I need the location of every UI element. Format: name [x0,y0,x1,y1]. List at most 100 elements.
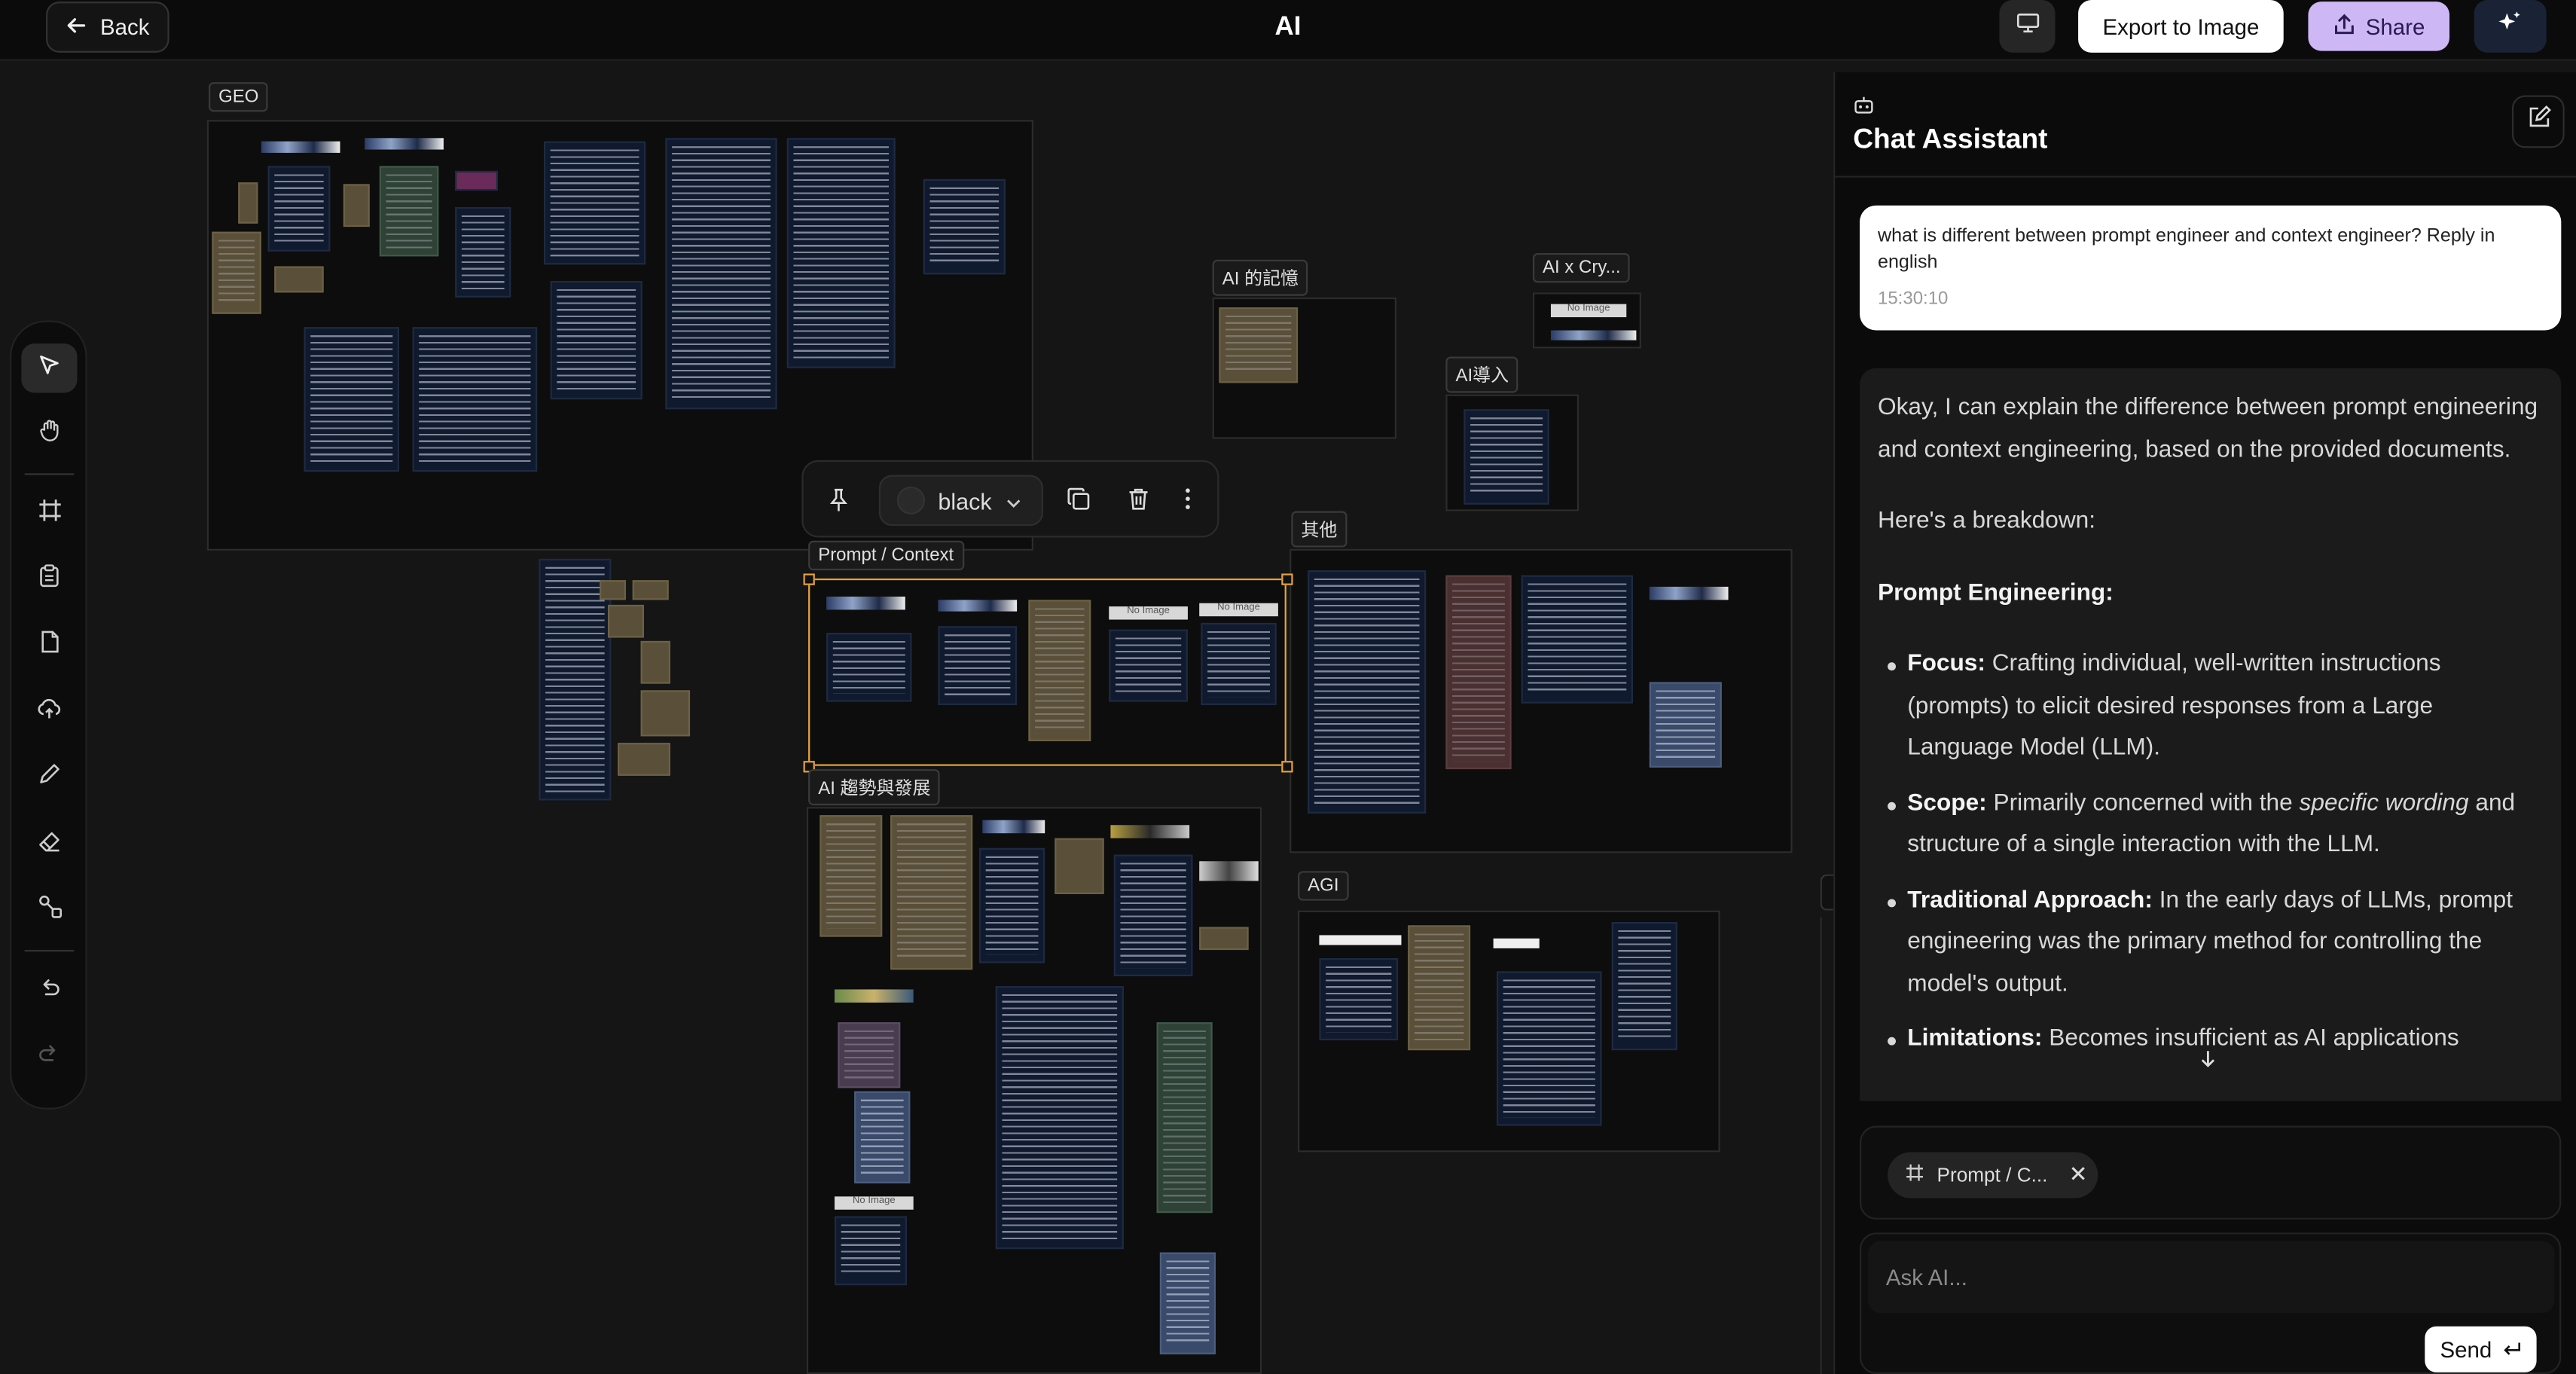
user-message-text: what is different between prompt enginee… [1877,227,2495,273]
chat-assistant-panel: Chat Assistant what is different between… [1833,72,2576,1374]
robot-icon [1853,93,1874,123]
assistant-message: Okay, I can explain the difference betwe… [1860,368,2562,1101]
select-tool[interactable] [21,343,78,393]
frame-label-agi[interactable]: AGI [1298,871,1349,901]
share-icon [2333,12,2356,40]
share-label: Share [2365,14,2425,39]
hand-icon [37,417,62,450]
upload-tool[interactable] [21,687,77,736]
assistant-breakdown: Here's a breakdown: [1877,508,2096,535]
assistant-heading: Prompt Engineering: [1877,579,2114,606]
frame-label-prompt-context[interactable]: Prompt / Context [808,540,964,571]
frame-memory[interactable] [1212,297,1396,439]
close-icon[interactable] [2071,1164,2087,1187]
context-chip[interactable]: Prompt / C... [1888,1152,2098,1198]
selection-outline [808,578,1286,766]
frame-icon [1906,1164,1924,1187]
no-image-placeholder: No Image [834,1196,914,1210]
enter-key-icon [2501,1337,2521,1362]
frame-adoption[interactable] [1445,394,1579,511]
list-item: Traditional Approach: In the early days … [1888,880,2543,1006]
frame-label-memory[interactable]: AI 的記憶 [1212,259,1309,296]
color-value: black [938,487,992,514]
frame-label-trends[interactable]: AI 趨勢與發展 [808,769,941,806]
message-timestamp: 15:30:10 [1877,289,1949,310]
more-options-button[interactable] [1183,487,1192,520]
note-card[interactable] [640,640,670,684]
no-image-placeholder: No Image [1550,304,1627,318]
document-tool[interactable] [21,621,77,670]
connector-tool[interactable] [21,886,77,935]
pencil-icon [38,762,61,792]
new-chat-button[interactable] [2511,95,2565,148]
resize-handle[interactable] [1281,573,1293,585]
frame-label-crypto[interactable]: AI x Cry... [1532,252,1631,283]
list-item: Scope: Primarily concerned with the spec… [1888,783,2543,867]
note-card[interactable] [618,743,670,776]
chat-composer: Send [1860,1232,2562,1374]
frame-label-geo[interactable]: GEO [208,82,269,112]
select-icon [38,353,61,383]
send-label: Send [2440,1336,2492,1362]
chat-header: Chat Assistant [1835,72,2576,178]
more-vertical-icon [1183,488,1192,518]
trash-icon [1127,488,1150,518]
duplicate-button[interactable] [1067,487,1091,520]
sparkle-icon [2497,9,2523,44]
note-card[interactable] [600,580,626,600]
present-button[interactable] [1999,0,2056,53]
frame-tool[interactable] [21,490,77,539]
frame-icon [37,498,62,531]
resize-handle[interactable] [1281,761,1293,773]
note-card[interactable] [640,690,691,737]
context-attachments: Prompt / C... [1860,1125,2562,1220]
frame-other[interactable] [1290,548,1793,853]
copy-icon [1067,487,1091,518]
file-icon [38,630,60,663]
undo-button[interactable] [21,966,77,1015]
edit-icon [2526,105,2550,139]
ask-ai-input[interactable] [1867,1241,2555,1314]
chevron-down-icon [1005,487,1021,514]
hand-tool[interactable] [21,409,77,458]
top-bar: Back AI Export to Image Share [0,0,2576,61]
send-button[interactable]: Send [2425,1326,2537,1372]
context-chip-label: Prompt / C... [1937,1163,2048,1187]
color-swatch [896,486,925,514]
panel-divider [1820,917,1833,1374]
assistant-bullet-list: Focus: Crafting individual, well-written… [1878,644,2543,1061]
pin-button[interactable] [826,487,851,521]
ai-sparkle-button[interactable] [2474,0,2547,53]
eraser-icon [37,829,62,860]
tool-palette [10,320,87,1110]
clipboard-icon [38,563,61,597]
frame-agi[interactable] [1298,910,1720,1153]
resize-handle[interactable] [803,573,815,585]
presentation-icon [2015,11,2040,41]
cloud-upload-icon [36,696,63,727]
list-item: Focus: Crafting individual, well-written… [1888,644,2543,770]
redo-button[interactable] [21,1032,77,1081]
note-card[interactable] [632,580,669,600]
arrow-down-icon [2198,1050,2217,1073]
note-card[interactable] [608,604,644,638]
delete-button[interactable] [1127,487,1150,520]
undo-icon [38,976,61,1006]
scroll-to-bottom-button[interactable] [2198,1049,2221,1072]
frame-label-other[interactable]: 其他 [1291,511,1348,548]
eraser-tool[interactable] [21,820,77,869]
frame-label-adoption[interactable]: AI導入 [1445,356,1519,393]
frame-style-toolbar: black [801,460,1219,538]
chat-title: Chat Assistant [1853,123,2048,155]
share-button[interactable]: Share [2308,2,2450,51]
list-item: Limitations: Becomes insufficient as AI … [1888,1019,2543,1061]
frame-trends[interactable]: No Image [806,807,1262,1374]
note-tool[interactable] [21,555,77,604]
color-select[interactable]: black [878,475,1043,527]
assistant-intro: Okay, I can explain the difference betwe… [1877,394,2538,463]
redo-icon [38,1042,61,1071]
export-to-image-button[interactable]: Export to Image [2078,0,2284,53]
frame-crypto[interactable]: No Image [1532,292,1641,349]
pin-icon [826,488,851,519]
pen-tool[interactable] [21,753,77,802]
